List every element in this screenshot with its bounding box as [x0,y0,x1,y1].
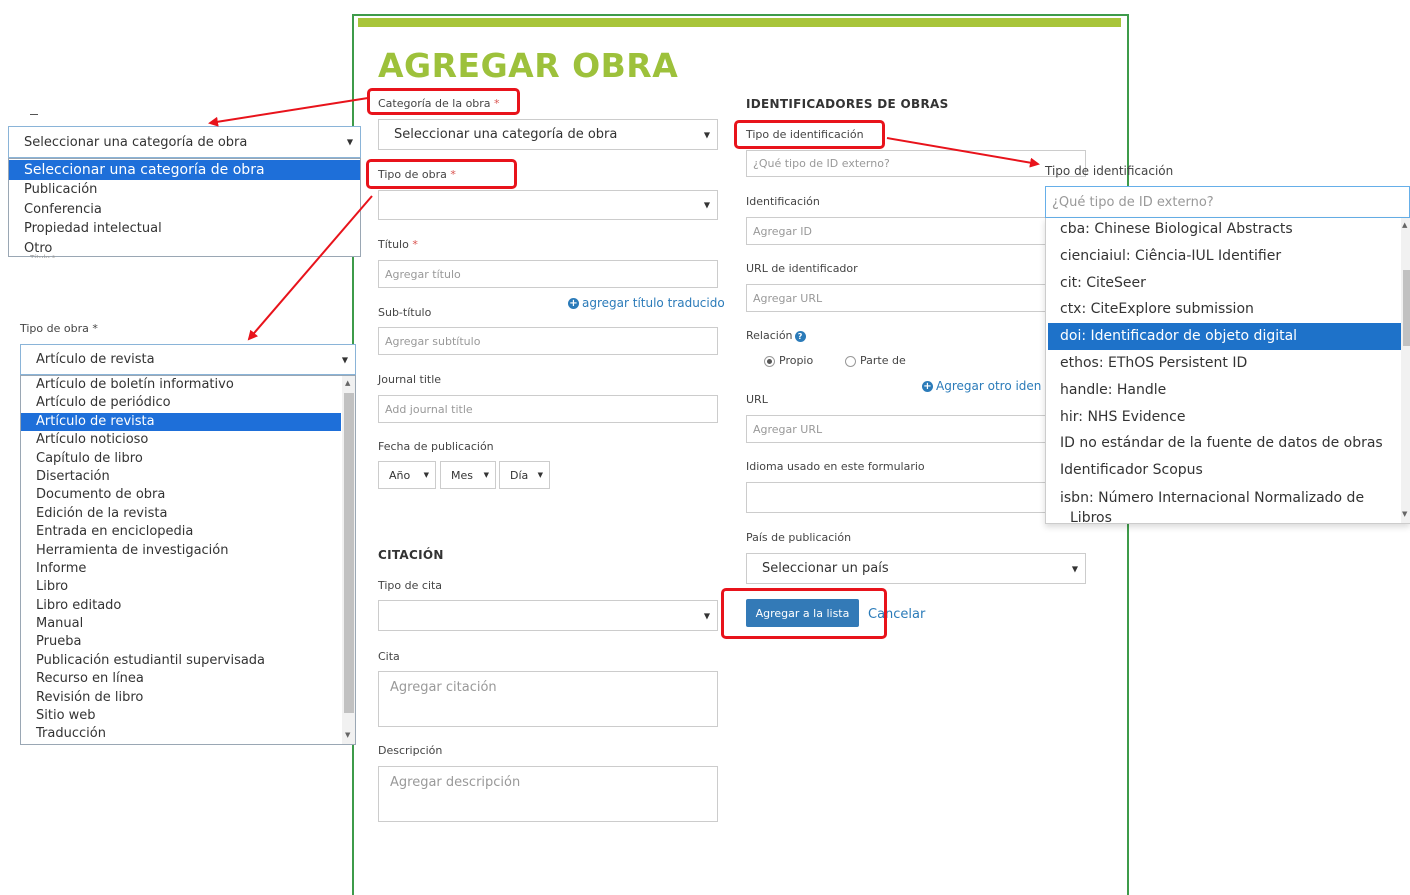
arrow-to-category-dropdown [208,97,369,127]
arrow-to-work-type-dropdown [247,195,373,341]
arrow-to-id-type-dropdown [886,137,1040,168]
annotation-arrows [208,97,1040,341]
